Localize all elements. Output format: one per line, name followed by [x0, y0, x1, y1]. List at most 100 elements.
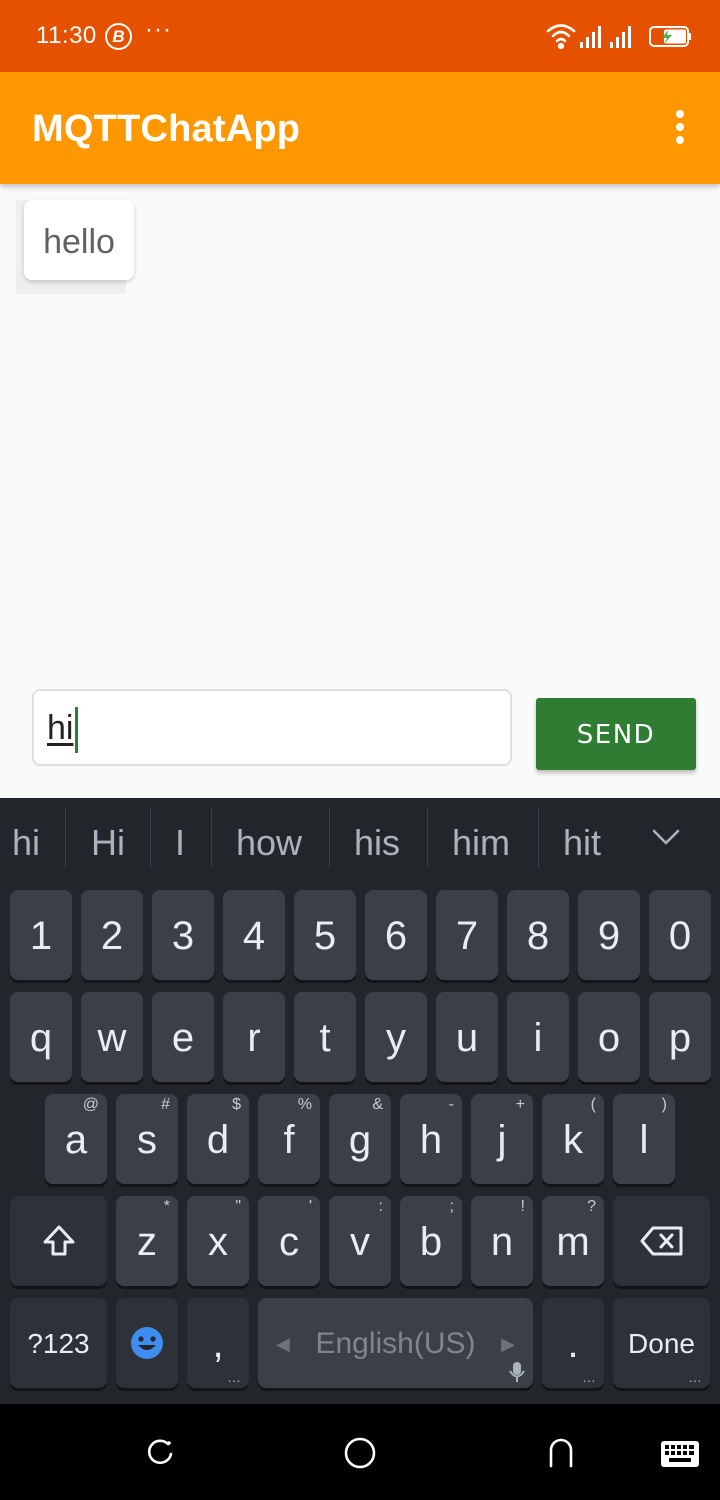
key-t[interactable]: t	[294, 992, 356, 1082]
suggestion-divider	[211, 808, 212, 868]
chat-area: hello hi SEND	[0, 184, 720, 798]
key-j[interactable]: + j	[471, 1094, 533, 1184]
key-w[interactable]: w	[81, 992, 143, 1082]
key-b[interactable]: ; b	[400, 1196, 462, 1286]
key-2[interactable]: 2	[81, 890, 143, 980]
shift-key[interactable]	[10, 1196, 107, 1286]
key-o[interactable]: o	[578, 992, 640, 1082]
key-label: n	[490, 1220, 514, 1264]
key-symbol: )	[661, 1096, 667, 1113]
microphone-icon	[509, 1362, 525, 1382]
suggestion-divider	[150, 808, 151, 868]
key-7[interactable]: 7	[436, 890, 498, 980]
key-label: ,	[212, 1322, 224, 1366]
key-0[interactable]: 0	[649, 890, 711, 980]
key-9[interactable]: 9	[578, 890, 640, 980]
status-icons	[546, 24, 691, 50]
status-time: 11:30	[36, 22, 97, 49]
key-h[interactable]: -h	[400, 1094, 462, 1184]
key-v[interactable]: :v	[329, 1196, 391, 1286]
more-options-indicator: …	[688, 1369, 702, 1385]
key-i[interactable]: i	[507, 992, 569, 1082]
navigation-bar	[0, 1404, 720, 1500]
key-symbol: %	[297, 1096, 312, 1113]
overflow-menu-icon[interactable]	[670, 110, 690, 150]
key-label: f	[283, 1118, 295, 1162]
message-input-value[interactable]: hi	[47, 709, 73, 748]
shift-icon	[43, 1225, 74, 1256]
suggestion-hit[interactable]: hit	[563, 822, 601, 864]
key-symbol: &	[372, 1096, 383, 1113]
key-5[interactable]: 5	[294, 890, 356, 980]
key-s[interactable]: # s	[116, 1094, 178, 1184]
period-key[interactable]: . …	[542, 1298, 604, 1388]
suggestion-Hi[interactable]: Hi	[91, 822, 125, 864]
key-g[interactable]: & g	[329, 1094, 391, 1184]
status-bar: 11:30 B ···	[0, 0, 720, 72]
key-q[interactable]: q	[10, 992, 72, 1082]
more-options-indicator: …	[227, 1369, 241, 1385]
key-label: x	[208, 1220, 228, 1264]
key-d[interactable]: $ d	[187, 1094, 249, 1184]
soft-keyboard: hi Hi I how his him hit 1 2 3 4 5 6 7 8 …	[0, 798, 720, 1404]
key-u[interactable]: u	[436, 992, 498, 1082]
home-icon[interactable]	[343, 1436, 377, 1470]
suggestion-him[interactable]: him	[452, 822, 510, 864]
key-x[interactable]: " x	[187, 1196, 249, 1286]
keyboard-icon[interactable]	[660, 1440, 700, 1468]
done-key[interactable]: Done …	[613, 1298, 710, 1388]
emoji-key[interactable]	[116, 1298, 178, 1388]
suggestion-divider	[538, 808, 539, 868]
key-3[interactable]: 3	[152, 890, 214, 980]
key-y[interactable]: y	[365, 992, 427, 1082]
suggestion-I[interactable]: I	[175, 822, 185, 864]
key-r[interactable]: r	[223, 992, 285, 1082]
back-icon[interactable]	[545, 1436, 577, 1468]
emoji-icon	[131, 1327, 163, 1359]
key-symbol: +	[515, 1096, 525, 1113]
key-symbol: *	[163, 1198, 170, 1215]
suggestion-strip: hi Hi I how his him hit	[0, 798, 720, 888]
space-language-label: English(US)	[315, 1327, 476, 1360]
key-l[interactable]: ) l	[613, 1094, 675, 1184]
key-6[interactable]: 6	[365, 890, 427, 980]
key-a[interactable]: @ a	[45, 1094, 107, 1184]
key-symbol: ;	[449, 1198, 454, 1215]
key-f[interactable]: % f	[258, 1094, 320, 1184]
message-bubble: hello	[24, 200, 134, 280]
key-label: l	[639, 1118, 649, 1162]
key-label: d	[206, 1118, 230, 1162]
suggestion-divider	[427, 808, 428, 868]
suggestion-hi[interactable]: hi	[12, 822, 40, 864]
suggestion-how[interactable]: how	[236, 822, 302, 864]
space-key[interactable]: ◀ English(US) ▶	[258, 1298, 533, 1388]
suggestion-divider	[329, 808, 330, 868]
symbols-key[interactable]: ?123	[10, 1298, 107, 1388]
suggestion-divider	[65, 808, 66, 868]
backspace-key[interactable]	[613, 1196, 710, 1286]
key-1[interactable]: 1	[10, 890, 72, 980]
phone-screen: 11:30 B ··· MQTTChatApp hello hi SEND hi…	[0, 0, 720, 1500]
key-z[interactable]: * z	[116, 1196, 178, 1286]
key-symbol: '	[308, 1198, 312, 1215]
key-n[interactable]: ! n	[471, 1196, 533, 1286]
key-8[interactable]: 8	[507, 890, 569, 980]
suggestion-his[interactable]: his	[354, 822, 400, 864]
key-k[interactable]: (k	[542, 1094, 604, 1184]
key-label: Done	[628, 1328, 695, 1359]
key-label: v	[350, 1220, 370, 1264]
key-c[interactable]: ' c	[258, 1196, 320, 1286]
key-m[interactable]: ? m	[542, 1196, 604, 1286]
app-bar: MQTTChatApp	[0, 72, 720, 184]
key-e[interactable]: e	[152, 992, 214, 1082]
key-symbol: "	[235, 1198, 241, 1215]
comma-key[interactable]: , …	[187, 1298, 249, 1388]
more-notifications-icon: ···	[145, 16, 172, 43]
key-4[interactable]: 4	[223, 890, 285, 980]
key-p[interactable]: p	[649, 992, 711, 1082]
key-symbol: $	[232, 1096, 241, 1113]
chevron-down-icon[interactable]	[652, 828, 680, 846]
message-input[interactable]: hi	[32, 689, 512, 766]
recent-apps-icon[interactable]	[144, 1436, 176, 1468]
send-button[interactable]: SEND	[536, 698, 696, 770]
